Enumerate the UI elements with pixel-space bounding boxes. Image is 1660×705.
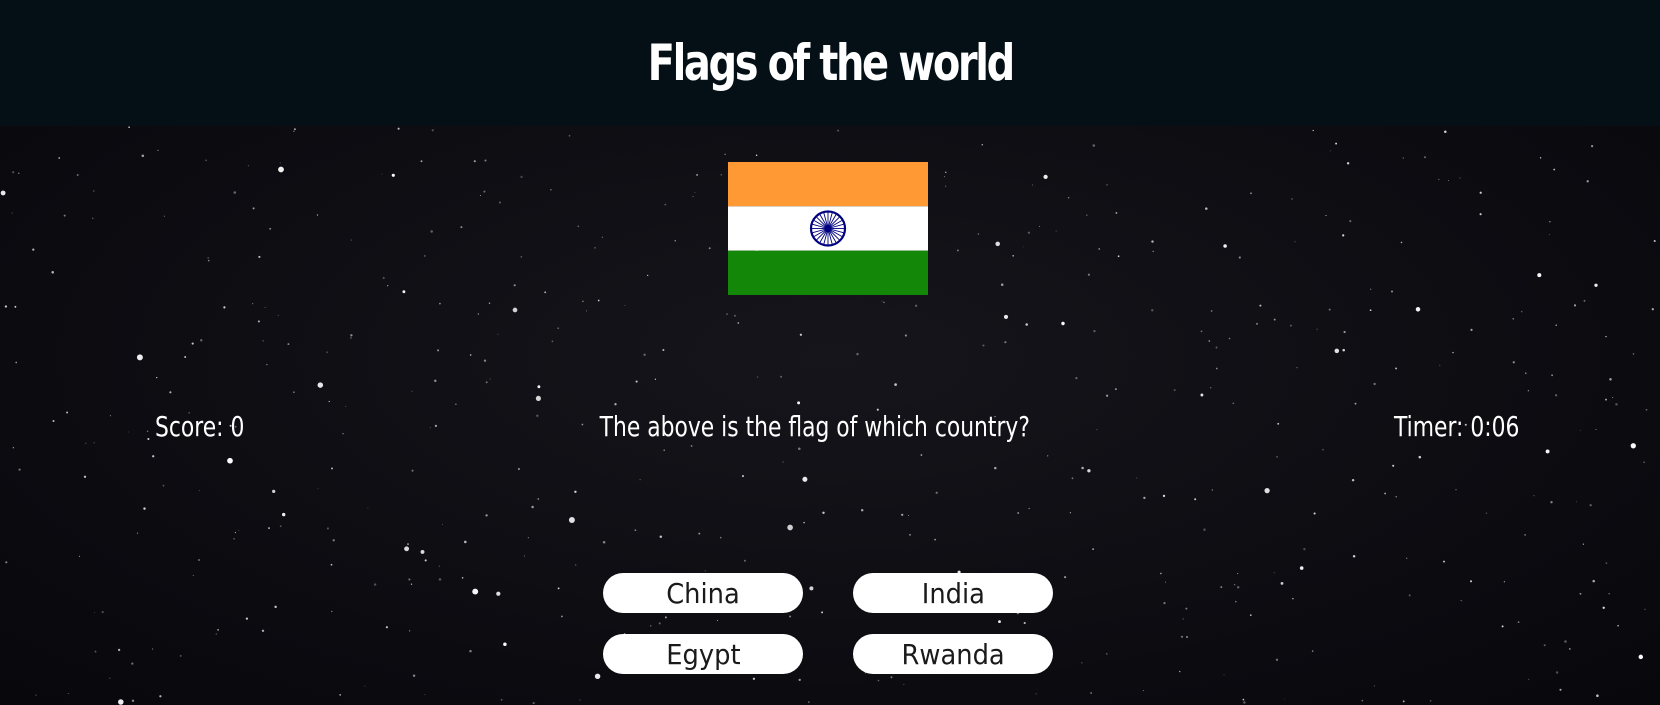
india-flag-icon bbox=[728, 162, 928, 295]
answer-label: Egypt bbox=[665, 637, 741, 671]
flag-saffron-stripe bbox=[728, 162, 928, 207]
answer-button-india[interactable]: India bbox=[853, 573, 1053, 613]
answer-label: Rwanda bbox=[901, 637, 1005, 671]
answer-label: China bbox=[666, 576, 740, 610]
header-bar: Flags of the world bbox=[0, 0, 1660, 126]
flag-green-stripe bbox=[728, 250, 928, 295]
ashoka-chakra-icon bbox=[809, 210, 847, 247]
timer-display: Timer: 0:06 bbox=[1394, 410, 1520, 443]
answer-button-rwanda[interactable]: Rwanda bbox=[853, 634, 1053, 674]
answer-button-egypt[interactable]: Egypt bbox=[603, 634, 803, 674]
question-text: The above is the flag of which country? bbox=[599, 410, 1031, 443]
page-title: Flags of the world bbox=[647, 34, 1015, 92]
answer-label: India bbox=[921, 576, 985, 610]
answer-button-china[interactable]: China bbox=[603, 573, 803, 613]
